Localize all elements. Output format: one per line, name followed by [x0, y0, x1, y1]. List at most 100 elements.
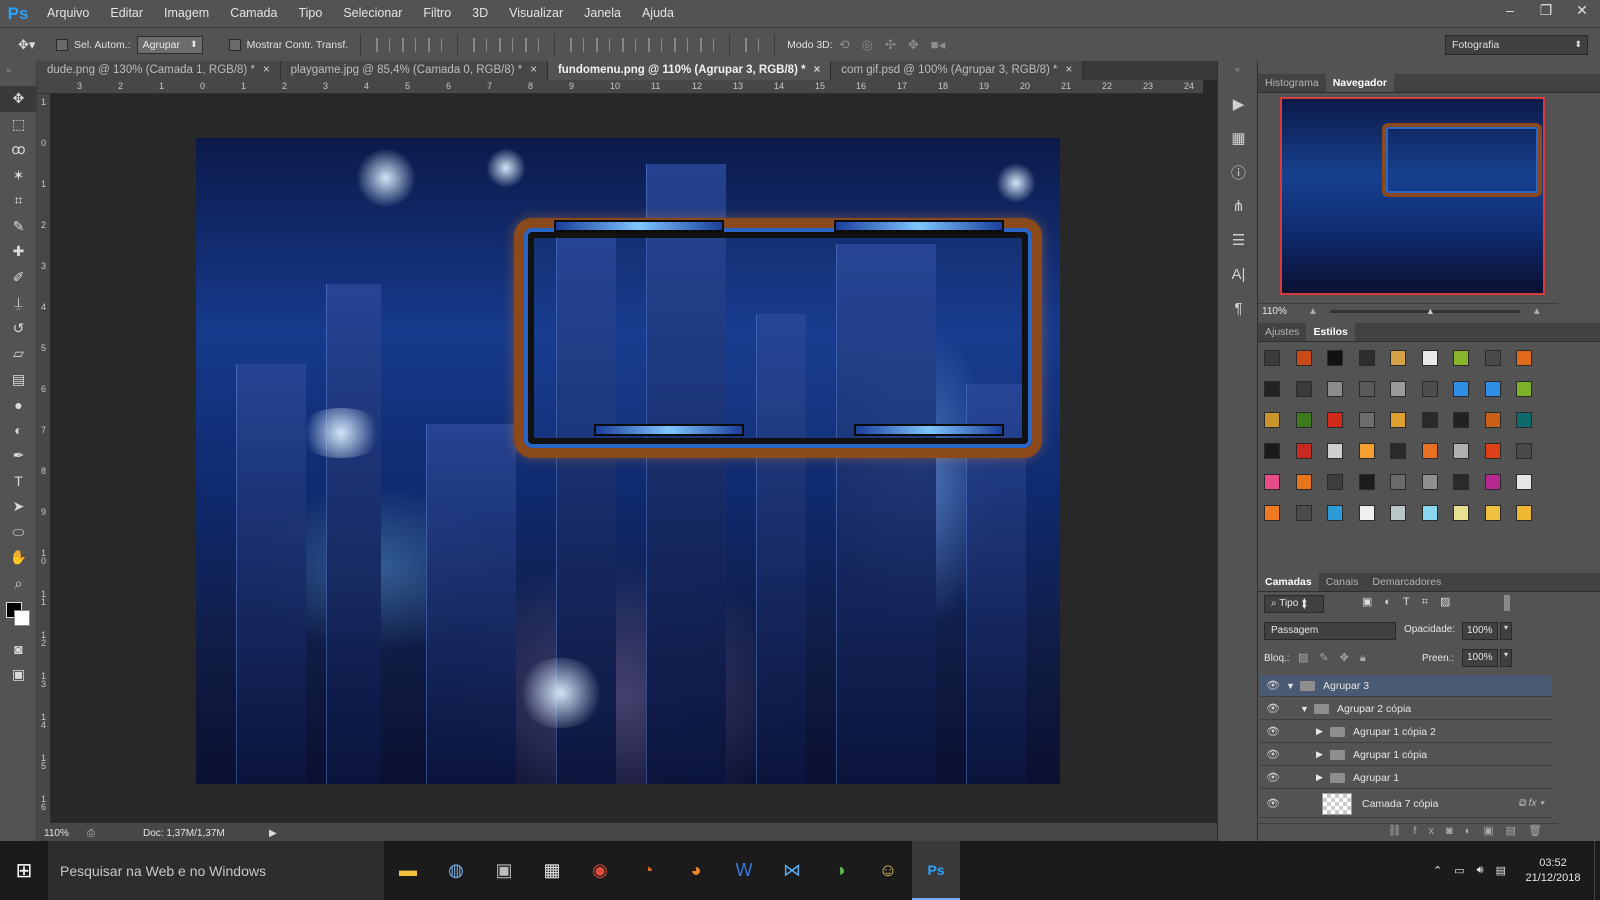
show-transform-checkbox[interactable] — [228, 38, 241, 51]
properties-icon[interactable]: ▦ — [1218, 121, 1259, 155]
color-chips[interactable] — [0, 596, 36, 636]
distribute-vcenter-icon[interactable] — [596, 37, 611, 52]
rotate-3d-icon[interactable]: ⟲ — [839, 37, 850, 53]
close-tab-icon[interactable]: × — [814, 64, 821, 76]
style-swatch[interactable] — [1264, 381, 1280, 397]
close-icon[interactable]: ✕ — [1564, 0, 1600, 20]
style-swatch[interactable] — [1327, 350, 1343, 366]
expand-arrow-icon[interactable]: ▶ — [1316, 749, 1330, 760]
minimize-icon[interactable]: – — [1492, 0, 1528, 20]
windows-start-icon[interactable]: ⊞ — [0, 841, 48, 900]
style-swatch[interactable] — [1264, 505, 1280, 521]
firefox-icon[interactable]: ◕ — [672, 841, 720, 900]
tab-styles[interactable]: Estilos — [1306, 323, 1355, 341]
lock-icons[interactable]: ▨✎✥🔒︎ — [1298, 651, 1377, 665]
style-swatch[interactable] — [1390, 474, 1406, 490]
clock[interactable]: 03:52 21/12/2018 — [1512, 856, 1594, 886]
align-right-icon[interactable] — [525, 37, 540, 52]
menu-tipo[interactable]: Tipo — [287, 0, 332, 27]
style-swatch[interactable] — [1390, 443, 1406, 459]
fill-input[interactable]: 100% — [1462, 649, 1498, 667]
visibility-eye-icon[interactable]: 👁︎ — [1260, 797, 1286, 810]
align-hcenter-icon[interactable] — [499, 37, 514, 52]
distribute-top-icon[interactable] — [570, 37, 585, 52]
style-swatch[interactable] — [1390, 412, 1406, 428]
toolbar-collapse-icon[interactable]: » — [0, 61, 36, 86]
style-swatch[interactable] — [1264, 350, 1280, 366]
hand-tool-icon[interactable]: ✋ — [0, 545, 37, 571]
style-swatch[interactable] — [1390, 381, 1406, 397]
style-swatch[interactable] — [1358, 381, 1375, 397]
zoom-level[interactable]: 110% — [37, 828, 87, 839]
auto-align-icon[interactable] — [745, 37, 760, 52]
menu-visualizar[interactable]: Visualizar — [498, 0, 573, 27]
expand-arrow-icon[interactable]: ▼ — [1286, 681, 1300, 691]
app-icon[interactable]: ◑ — [816, 841, 864, 900]
style-swatch[interactable] — [1453, 412, 1469, 428]
style-swatch[interactable] — [1421, 505, 1438, 521]
auto-select-checkbox[interactable] — [56, 38, 68, 51]
align-vcenter-icon[interactable] — [402, 37, 417, 52]
scale-3d-icon[interactable]: ■◂ — [931, 37, 945, 53]
align-bottom-icon[interactable] — [428, 37, 443, 52]
style-swatch[interactable] — [1264, 474, 1280, 490]
expand-arrow-icon[interactable]: ▼ — [1300, 704, 1314, 714]
character-icon[interactable]: A| — [1218, 257, 1259, 291]
menu-editar[interactable]: Editar — [99, 0, 153, 27]
play-actions-icon[interactable]: ▶ — [1218, 87, 1259, 121]
opacity-dropdown-icon[interactable]: ▾ — [1500, 622, 1512, 640]
menu-selecionar[interactable]: Selecionar — [332, 0, 412, 27]
style-swatch[interactable] — [1327, 412, 1343, 428]
volume-icon[interactable]: 🔊︎ — [1471, 864, 1490, 877]
style-swatch[interactable] — [1327, 443, 1343, 459]
layer-row[interactable]: 👁︎ Camada 7 cópia ⧉ fx ▾ — [1260, 790, 1552, 818]
tab-fundomenu[interactable]: fundomenu.png @ 110% (Agrupar 3, RGB/8) … — [547, 61, 832, 80]
layer-row[interactable]: 👁︎ ▶ Agrupar 1 cópia — [1260, 744, 1552, 766]
history-brush-tool-icon[interactable]: ↺ — [0, 316, 37, 342]
menu-arquivo[interactable]: Arquivo — [36, 0, 99, 27]
calculator-icon[interactable]: ▦ — [528, 841, 576, 900]
background-color-swatch[interactable] — [14, 610, 30, 626]
roll-3d-icon[interactable]: ◎ — [862, 37, 873, 53]
menu-imagem[interactable]: Imagem — [153, 0, 219, 27]
eyedropper-tool-icon[interactable]: ✎ — [0, 214, 37, 240]
marquee-tool-icon[interactable]: ⬚ — [0, 112, 37, 138]
app-icon[interactable]: ◔ — [624, 841, 672, 900]
style-swatch[interactable] — [1327, 381, 1343, 397]
distribute-right-icon[interactable] — [700, 37, 715, 52]
style-swatch[interactable] — [1358, 505, 1375, 521]
export-icon[interactable]: ⎙ — [87, 828, 109, 839]
style-swatch[interactable] — [1327, 505, 1343, 521]
pan-3d-icon[interactable]: ✣ — [885, 37, 896, 53]
screen-mode-icon[interactable]: ▣ — [0, 662, 37, 688]
paragraph-icon[interactable]: ¶ — [1218, 291, 1259, 325]
zoom-out-icon[interactable]: ▲ — [1308, 306, 1318, 317]
opacity-input[interactable]: 100% — [1462, 622, 1498, 640]
style-swatch[interactable] — [1453, 474, 1469, 490]
layer-row[interactable]: 👁︎ ▶ Agrupar 1 cópia 2 — [1260, 721, 1552, 743]
visibility-eye-icon[interactable]: 👁︎ — [1260, 679, 1286, 692]
style-swatch[interactable] — [1484, 474, 1501, 490]
navigator-zoom[interactable]: 110% — [1258, 306, 1308, 317]
style-swatch[interactable] — [1295, 443, 1312, 459]
align-left-icon[interactable] — [473, 37, 488, 52]
style-swatch[interactable] — [1421, 412, 1438, 428]
tab-playgame[interactable]: playgame.jpg @ 85,4% (Camada 0, RGB/8) *… — [280, 61, 548, 80]
app-icon[interactable]: ⋈ — [768, 841, 816, 900]
style-swatch[interactable] — [1327, 474, 1343, 490]
style-swatch[interactable] — [1358, 412, 1375, 428]
healing-brush-tool-icon[interactable]: ✚ — [0, 239, 37, 265]
close-tab-icon[interactable]: × — [1066, 64, 1073, 76]
info-icon[interactable]: ⓘ — [1218, 155, 1259, 189]
crop-tool-icon[interactable]: ⌗ — [0, 188, 37, 214]
style-swatch[interactable] — [1295, 474, 1312, 490]
style-swatch[interactable] — [1264, 443, 1280, 459]
path-selection-tool-icon[interactable]: ➤ — [0, 494, 37, 520]
menu-filtro[interactable]: Filtro — [412, 0, 461, 27]
app-icon[interactable]: ▣ — [480, 841, 528, 900]
style-swatch[interactable] — [1484, 443, 1501, 459]
align-top-icon[interactable] — [376, 37, 391, 52]
fill-dropdown-icon[interactable]: ▾ — [1500, 649, 1512, 667]
clone-stamp-tool-icon[interactable]: ⍊ — [0, 290, 37, 316]
style-swatch[interactable] — [1421, 474, 1438, 490]
